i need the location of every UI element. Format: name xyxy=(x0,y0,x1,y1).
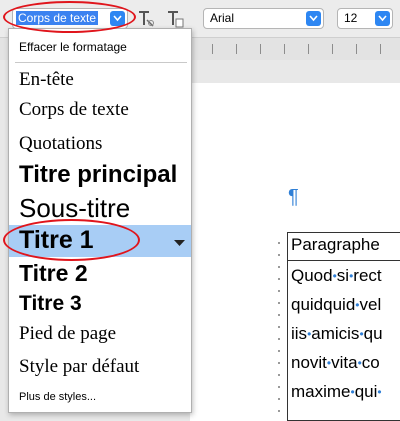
document-text-line[interactable]: novit•vita•co xyxy=(288,348,400,377)
chevron-down-icon[interactable] xyxy=(110,11,125,26)
document-word: rect xyxy=(353,266,382,285)
chevron-down-icon[interactable] xyxy=(306,11,321,26)
more-styles-item[interactable]: Plus de styles... xyxy=(9,388,191,410)
font-size-combo[interactable]: 12 xyxy=(337,8,393,29)
menu-separator xyxy=(15,62,187,63)
document-word: qu xyxy=(363,324,383,343)
ruler-tick xyxy=(332,44,333,54)
paragraph-style-dropdown: Effacer le formatage En-tête Corps de te… xyxy=(8,28,192,413)
document-word: quidquid xyxy=(291,295,356,314)
chevron-down-icon[interactable] xyxy=(375,11,390,26)
style-item-titre-2[interactable]: Titre 2 xyxy=(9,259,191,289)
style-item-corps-de-texte[interactable]: Corps de texte xyxy=(9,96,191,126)
font-size-value[interactable]: 12 xyxy=(344,11,357,25)
paragraph-style-value[interactable]: Corps de texte xyxy=(16,11,99,25)
ruler-tick xyxy=(356,44,357,54)
document-word: si xyxy=(336,266,350,285)
style-item-titre-1[interactable]: Titre 1 xyxy=(9,225,191,257)
clear-formatting-item[interactable]: Effacer le formatage xyxy=(9,35,191,59)
document-table[interactable]: Paragraphe Quod•si•rect quidquid•vel iis•a… xyxy=(287,232,400,421)
submenu-arrow-icon[interactable] xyxy=(174,234,185,252)
document-word: Quod xyxy=(291,266,333,285)
document-word: vita xyxy=(331,353,358,372)
style-item-sous-titre[interactable]: Sous-titre xyxy=(9,192,191,225)
ruler-tick xyxy=(284,44,285,54)
document-text-line[interactable]: Quod•si•rect xyxy=(288,261,400,290)
ruler-tick xyxy=(212,44,213,54)
text-boundary xyxy=(276,232,284,421)
style-item-en-tete[interactable]: En-tête xyxy=(9,66,191,94)
style-item-quotations[interactable]: Quotations xyxy=(9,130,191,158)
document-word: maxime xyxy=(291,382,351,401)
font-name-value[interactable]: Arial xyxy=(210,11,234,25)
document-word: qui xyxy=(354,382,378,401)
document-text-line[interactable]: iis•amicis•qu xyxy=(288,319,400,348)
document-word: vel xyxy=(359,295,382,314)
style-item-titre-principal[interactable]: Titre principal xyxy=(9,159,191,191)
style-item-titre-3[interactable]: Titre 3 xyxy=(9,291,191,319)
paragraph-style-combo[interactable]: Corps de texte xyxy=(12,8,128,29)
document-text-line[interactable]: quidquid•vel xyxy=(288,290,400,319)
ruler-tick xyxy=(260,44,261,54)
ruler-tick xyxy=(236,44,237,54)
document-text-line[interactable]: maxime•qui• xyxy=(288,377,400,406)
style-item-pied-de-page[interactable]: Pied de page xyxy=(9,321,191,349)
update-style-icon[interactable] xyxy=(136,9,156,29)
document-word: novit xyxy=(291,353,327,372)
table-header-cell[interactable]: Paragraphe xyxy=(288,233,400,261)
new-style-icon[interactable] xyxy=(165,9,185,29)
document-word: amicis xyxy=(311,324,360,343)
document-word: iis xyxy=(291,324,308,343)
document-word: co xyxy=(361,353,380,372)
table-body-cell[interactable]: Quod•si•rect quidquid•vel iis•amicis•qu nov… xyxy=(288,261,400,406)
ruler-tick xyxy=(308,44,309,54)
space-marker: • xyxy=(377,385,382,400)
ruler-tick xyxy=(380,44,381,54)
paragraph-mark: ¶ xyxy=(288,186,299,208)
style-item-style-par-defaut[interactable]: Style par défaut xyxy=(9,354,191,382)
font-name-combo[interactable]: Arial xyxy=(203,8,324,29)
